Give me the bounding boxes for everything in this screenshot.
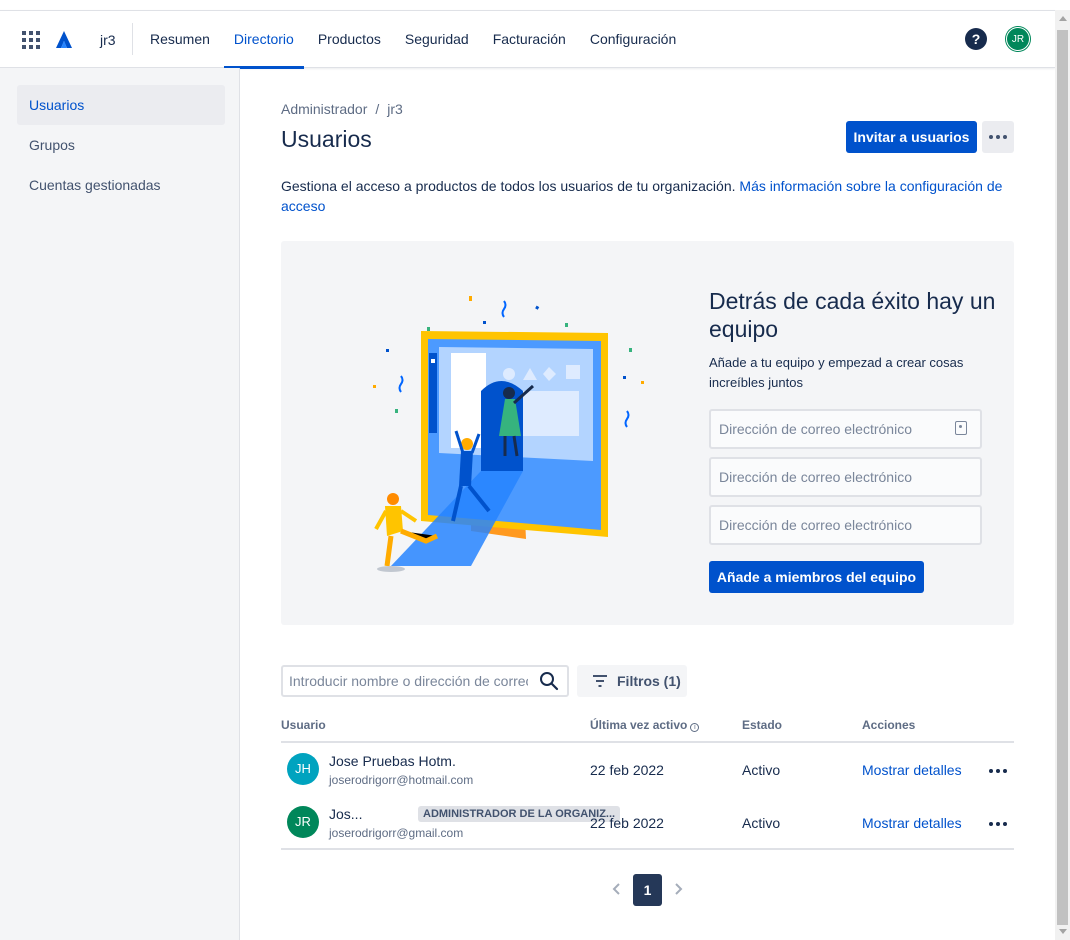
user-email: joserodrigorr@hotmail.com bbox=[329, 773, 474, 787]
user-name: Jose Pruebas Hotm. bbox=[329, 753, 456, 769]
row-more-actions-icon[interactable] bbox=[987, 816, 1009, 832]
search-input[interactable] bbox=[283, 667, 528, 695]
column-header-actions: Acciones bbox=[862, 718, 916, 732]
promo-title: Detrás de cada éxito hay un equipo bbox=[709, 288, 996, 342]
user-avatar[interactable]: JH bbox=[287, 753, 319, 785]
user-avatar[interactable]: JR bbox=[287, 806, 319, 838]
promo-subtitle: Añade a tu equipo y empezad a crear cosa… bbox=[709, 355, 964, 390]
table-row: JR Jos... ADMINISTRADOR DE LA ORGANIZ...… bbox=[281, 796, 1014, 849]
email-field-2[interactable] bbox=[709, 457, 982, 497]
chevron-left-icon[interactable] bbox=[609, 881, 625, 897]
nav-seguridad[interactable]: Seguridad bbox=[393, 11, 481, 68]
email-field-3[interactable] bbox=[709, 505, 982, 545]
show-details-link[interactable]: Mostrar detalles bbox=[862, 815, 962, 831]
last-active: 22 feb 2022 bbox=[590, 762, 664, 778]
nav-directorio[interactable]: Directorio bbox=[222, 11, 306, 69]
sidebar-item-grupos[interactable]: Grupos bbox=[17, 125, 225, 165]
atlassian-logo-icon[interactable] bbox=[53, 29, 75, 51]
nav-resumen[interactable]: Resumen bbox=[138, 11, 222, 68]
email-field-1[interactable] bbox=[709, 409, 982, 449]
scroll-up-icon[interactable] bbox=[1059, 16, 1067, 21]
user-name: Jos... bbox=[329, 806, 363, 822]
description-text: Gestiona el acceso a productos de todos … bbox=[281, 178, 736, 194]
table-row: JH Jose Pruebas Hotm. joserodrigorr@hotm… bbox=[281, 743, 1014, 796]
team-illustration bbox=[373, 296, 644, 572]
sidebar-item-cuentas-gestionadas[interactable]: Cuentas gestionadas bbox=[17, 165, 225, 205]
nav-facturacion[interactable]: Facturación bbox=[481, 11, 578, 68]
info-icon[interactable]: i bbox=[690, 723, 700, 732]
show-details-link[interactable]: Mostrar detalles bbox=[862, 762, 962, 778]
sidebar: Usuarios Grupos Cuentas gestionadas bbox=[0, 68, 240, 940]
nav-productos[interactable]: Productos bbox=[306, 11, 393, 68]
page-description: Gestiona el acceso a productos de todos … bbox=[281, 176, 1021, 216]
scroll-thumb[interactable] bbox=[1057, 30, 1068, 925]
column-header-status[interactable]: Estado bbox=[742, 718, 782, 732]
table-bottom-divider bbox=[281, 848, 1014, 850]
more-actions-button[interactable] bbox=[982, 121, 1014, 153]
user-name-cell: Jos... ADMINISTRADOR DE LA ORGANIZ... bbox=[329, 806, 621, 822]
user-email: joserodrigorr@gmail.com bbox=[329, 826, 464, 840]
row-more-actions-icon[interactable] bbox=[987, 763, 1009, 779]
status: Activo bbox=[742, 762, 781, 778]
top-divider bbox=[132, 23, 133, 55]
sidebar-item-usuarios[interactable]: Usuarios bbox=[17, 85, 225, 125]
breadcrumb-admin[interactable]: Administrador bbox=[281, 101, 367, 117]
org-name[interactable]: jr3 bbox=[100, 32, 116, 48]
main-content: Administrador / jr3 Usuarios Invitar a usu… bbox=[241, 68, 1055, 940]
breadcrumb-org[interactable]: jr3 bbox=[387, 101, 403, 117]
scroll-down-icon[interactable] bbox=[1059, 929, 1067, 934]
column-header-user[interactable]: Usuario bbox=[281, 718, 326, 732]
nav-configuracion[interactable]: Configuración bbox=[578, 11, 688, 68]
last-active: 22 feb 2022 bbox=[590, 815, 664, 831]
user-search bbox=[281, 665, 569, 697]
top-navigation: jr3 Resumen Directorio Productos Segurid… bbox=[0, 10, 1055, 69]
breadcrumb-separator: / bbox=[375, 101, 380, 117]
pagination-page[interactable]: 1 bbox=[633, 874, 662, 906]
status: Activo bbox=[742, 815, 781, 831]
column-header-last-active-label: Última vez activo bbox=[590, 718, 688, 732]
profile-avatar[interactable]: JR bbox=[1006, 27, 1030, 51]
page-title: Usuarios bbox=[281, 126, 372, 152]
column-header-last-active[interactable]: Última vez activo i bbox=[590, 718, 700, 732]
page-scrollbar[interactable] bbox=[1055, 10, 1070, 940]
app-switcher-icon[interactable] bbox=[22, 31, 40, 49]
breadcrumb: Administrador / jr3 bbox=[281, 101, 403, 117]
invite-users-button[interactable]: Invitar a usuarios bbox=[846, 121, 977, 153]
invite-promo-panel: Detrás de cada éxito hay un equipo Añade… bbox=[281, 241, 1014, 625]
contact-card-icon[interactable] bbox=[955, 421, 967, 435]
filters-button[interactable]: Filtros (1) bbox=[577, 665, 687, 697]
help-icon[interactable]: ? bbox=[965, 28, 987, 50]
chevron-right-icon[interactable] bbox=[670, 881, 686, 897]
main-nav: Resumen Directorio Productos Seguridad F… bbox=[138, 11, 688, 69]
filter-icon bbox=[593, 675, 607, 687]
search-icon[interactable] bbox=[539, 671, 559, 691]
add-team-members-button[interactable]: Añade a miembros del equipo bbox=[709, 561, 924, 593]
filters-label: Filtros (1) bbox=[617, 673, 681, 689]
